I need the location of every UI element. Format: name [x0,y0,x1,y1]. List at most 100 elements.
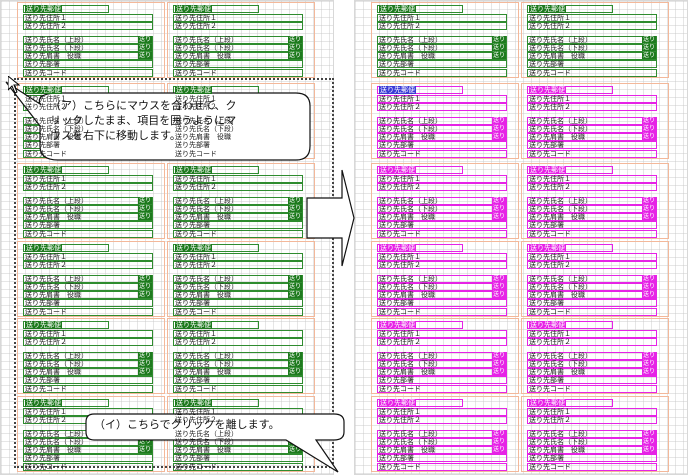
field-name-lower[interactable]: 送り先氏名（下段）送り [377,205,507,213]
label-block[interactable]: 送り先郵便 送り先住所１ 送り先住所２ 送り先氏名（上段）送り 送り先氏名（下段… [23,244,163,316]
field-name-lower[interactable]: 送り先氏名（下段）送り [23,283,153,291]
field-name-upper[interactable]: 送り先氏名（上段）送り [377,197,507,205]
field-name-lower[interactable]: 送り先氏名（下段）送り [377,360,507,368]
field-header[interactable]: 送り先郵便 [527,321,613,329]
field-header[interactable]: 送り先郵便 [23,5,109,13]
field-title[interactable]: 送り先肩書 役職送り [377,213,507,221]
field-address1[interactable]: 送り先住所１ [527,14,657,22]
field-code[interactable]: 送り先コード [23,69,153,77]
field-address2[interactable]: 送り先住所２ [377,103,507,111]
field-address1[interactable]: 送り先住所１ [173,253,303,261]
field-header[interactable]: 送り先郵便 [173,399,259,407]
field-company[interactable]: 送り先部署 [527,299,657,307]
field-code[interactable]: 送り先コード [527,463,657,471]
field-header[interactable]: 送り先郵便 [527,86,613,94]
field-company[interactable]: 送り先部署 [527,60,657,68]
field-code[interactable]: 送り先コード [173,308,303,316]
field-address1[interactable]: 送り先住所１ [527,175,657,183]
field-company[interactable]: 送り先部署 [527,376,657,384]
field-address1[interactable]: 送り先住所１ [377,95,507,103]
field-header[interactable]: 送り先郵便 [527,166,613,174]
field-title[interactable]: 送り先肩書 役職送り [23,368,153,376]
label-block[interactable]: 送り先郵便 送り先住所１ 送り先住所２ 送り先氏名（上段）送り 送り先氏名（下段… [377,86,517,158]
field-title[interactable]: 送り先肩書 役職送り [527,446,657,454]
field-name-upper[interactable]: 送り先氏名（上段）送り [377,430,507,438]
label-block[interactable]: 送り先郵便 送り先住所１ 送り先住所２ 送り先氏名（上段）送り 送り先氏名（下段… [173,244,313,316]
field-title[interactable]: 送り先肩書 役職送り [527,52,657,60]
field-address2[interactable]: 送り先住所２ [527,22,657,30]
field-address1[interactable]: 送り先住所１ [377,330,507,338]
label-block[interactable]: 送り先郵便 送り先住所１ 送り先住所２ 送り先氏名（上段）送り 送り先氏名（下段… [377,166,517,238]
field-name-lower[interactable]: 送り先氏名（下段）送り [377,125,507,133]
field-code[interactable]: 送り先コード [527,230,657,238]
field-address1[interactable]: 送り先住所１ [527,253,657,261]
label-block[interactable]: 送り先郵便 送り先住所１ 送り先住所２ 送り先氏名（上段）送り 送り先氏名（下段… [173,5,313,77]
field-company[interactable]: 送り先部署 [173,60,303,68]
field-name-lower[interactable]: 送り先氏名（下段）送り [377,438,507,446]
field-name-upper[interactable]: 送り先氏名（上段）送り [527,430,657,438]
field-company[interactable]: 送り先部署 [173,299,303,307]
field-code[interactable]: 送り先コード [23,230,153,238]
label-block[interactable]: 送り先郵便 送り先住所１ 送り先住所２ 送り先氏名（上段）送り 送り先氏名（下段… [527,5,667,77]
field-header[interactable]: 送り先郵便 [527,244,613,252]
field-name-lower[interactable]: 送り先氏名（下段）送り [527,283,657,291]
field-code[interactable]: 送り先コード [377,69,507,77]
field-name-upper[interactable]: 送り先氏名（上段）送り [173,352,303,360]
field-company[interactable]: 送り先部署 [377,221,507,229]
field-code[interactable]: 送り先コード [377,385,507,393]
label-block[interactable]: 送り先郵便 送り先住所１ 送り先住所２ 送り先氏名（上段）送り 送り先氏名（下段… [527,244,667,316]
field-address2[interactable]: 送り先住所２ [527,103,657,111]
field-code[interactable]: 送り先コード [527,69,657,77]
field-name-upper[interactable]: 送り先氏名（上段）送り [173,197,303,205]
field-name-lower[interactable]: 送り先氏名（下段）送り [527,125,657,133]
label-block[interactable]: 送り先郵便 送り先住所１ 送り先住所２ 送り先氏名（上段）送り 送り先氏名（下段… [527,86,667,158]
field-name-lower[interactable]: 送り先氏名（下段）送り [23,205,153,213]
field-title[interactable]: 送り先肩書 役職送り [173,368,303,376]
field-address2[interactable]: 送り先住所２ [173,338,303,346]
field-header[interactable]: 送り先郵便 [377,244,463,252]
field-company[interactable]: 送り先部署 [23,60,153,68]
field-address1[interactable]: 送り先住所１ [173,14,303,22]
field-company[interactable]: 送り先部署 [377,60,507,68]
field-company[interactable]: 送り先部署 [377,376,507,384]
field-code[interactable]: 送り先コード [23,308,153,316]
field-company[interactable]: 送り先部署 [23,376,153,384]
field-name-lower[interactable]: 送り先氏名（下段）送り [377,44,507,52]
field-address2[interactable]: 送り先住所２ [527,416,657,424]
field-address1[interactable]: 送り先住所１ [23,14,153,22]
field-address2[interactable]: 送り先住所２ [527,261,657,269]
field-company[interactable]: 送り先部署 [527,454,657,462]
field-name-lower[interactable]: 送り先氏名（下段）送り [527,438,657,446]
label-block[interactable]: 送り先郵便 送り先住所１ 送り先住所２ 送り先氏名（上段）送り 送り先氏名（下段… [377,399,517,471]
field-name-upper[interactable]: 送り先氏名（上段）送り [527,117,657,125]
field-header[interactable]: 送り先郵便 [377,166,463,174]
label-block[interactable]: 送り先郵便 送り先住所１ 送り先住所２ 送り先氏名（上段）送り 送り先氏名（下段… [23,321,163,393]
field-company[interactable]: 送り先部署 [377,141,507,149]
field-name-upper[interactable]: 送り先氏名（上段）送り [377,36,507,44]
field-name-upper[interactable]: 送り先氏名（上段）送り [377,275,507,283]
field-name-upper[interactable]: 送り先氏名（上段）送り [23,275,153,283]
field-name-upper[interactable]: 送り先氏名（上段）送り [377,117,507,125]
field-code[interactable]: 送り先コード [377,150,507,158]
field-header[interactable]: 送り先郵便 [173,244,259,252]
label-block[interactable]: 送り先郵便 送り先住所１ 送り先住所２ 送り先氏名（上段）送り 送り先氏名（下段… [527,321,667,393]
field-title[interactable]: 送り先肩書 役職送り [173,52,303,60]
field-code[interactable]: 送り先コード [377,308,507,316]
field-header[interactable]: 送り先郵便 [173,321,259,329]
field-address2[interactable]: 送り先住所２ [173,22,303,30]
layout-panel-before[interactable]: 送り先郵便 送り先住所１ 送り先住所２ 送り先氏名（上段） 送り 送り先氏名（下段… [0,0,334,475]
field-header[interactable]: 送り先郵便 [377,399,463,407]
field-company[interactable]: 送り先部署 [527,221,657,229]
field-code[interactable]: 送り先コード [377,463,507,471]
field-header[interactable]: 送り先郵便 [377,321,463,329]
field-title[interactable]: 送り先肩書 役職送り [23,52,153,60]
field-name-lower[interactable]: 送り先氏名（下段）送り [527,44,657,52]
field-address2[interactable]: 送り先住所２ [173,261,303,269]
field-company[interactable]: 送り先部署 [173,221,303,229]
field-address2[interactable]: 送り先住所２ [527,338,657,346]
field-address2[interactable]: 送り先住所２ [527,183,657,191]
field-address2[interactable]: 送り先住所２ [23,338,153,346]
field-company[interactable]: 送り先部署 [377,454,507,462]
field-name-lower[interactable]: 送り先氏名（下段）送り [173,205,303,213]
field-company[interactable]: 送り先部署 [173,376,303,384]
